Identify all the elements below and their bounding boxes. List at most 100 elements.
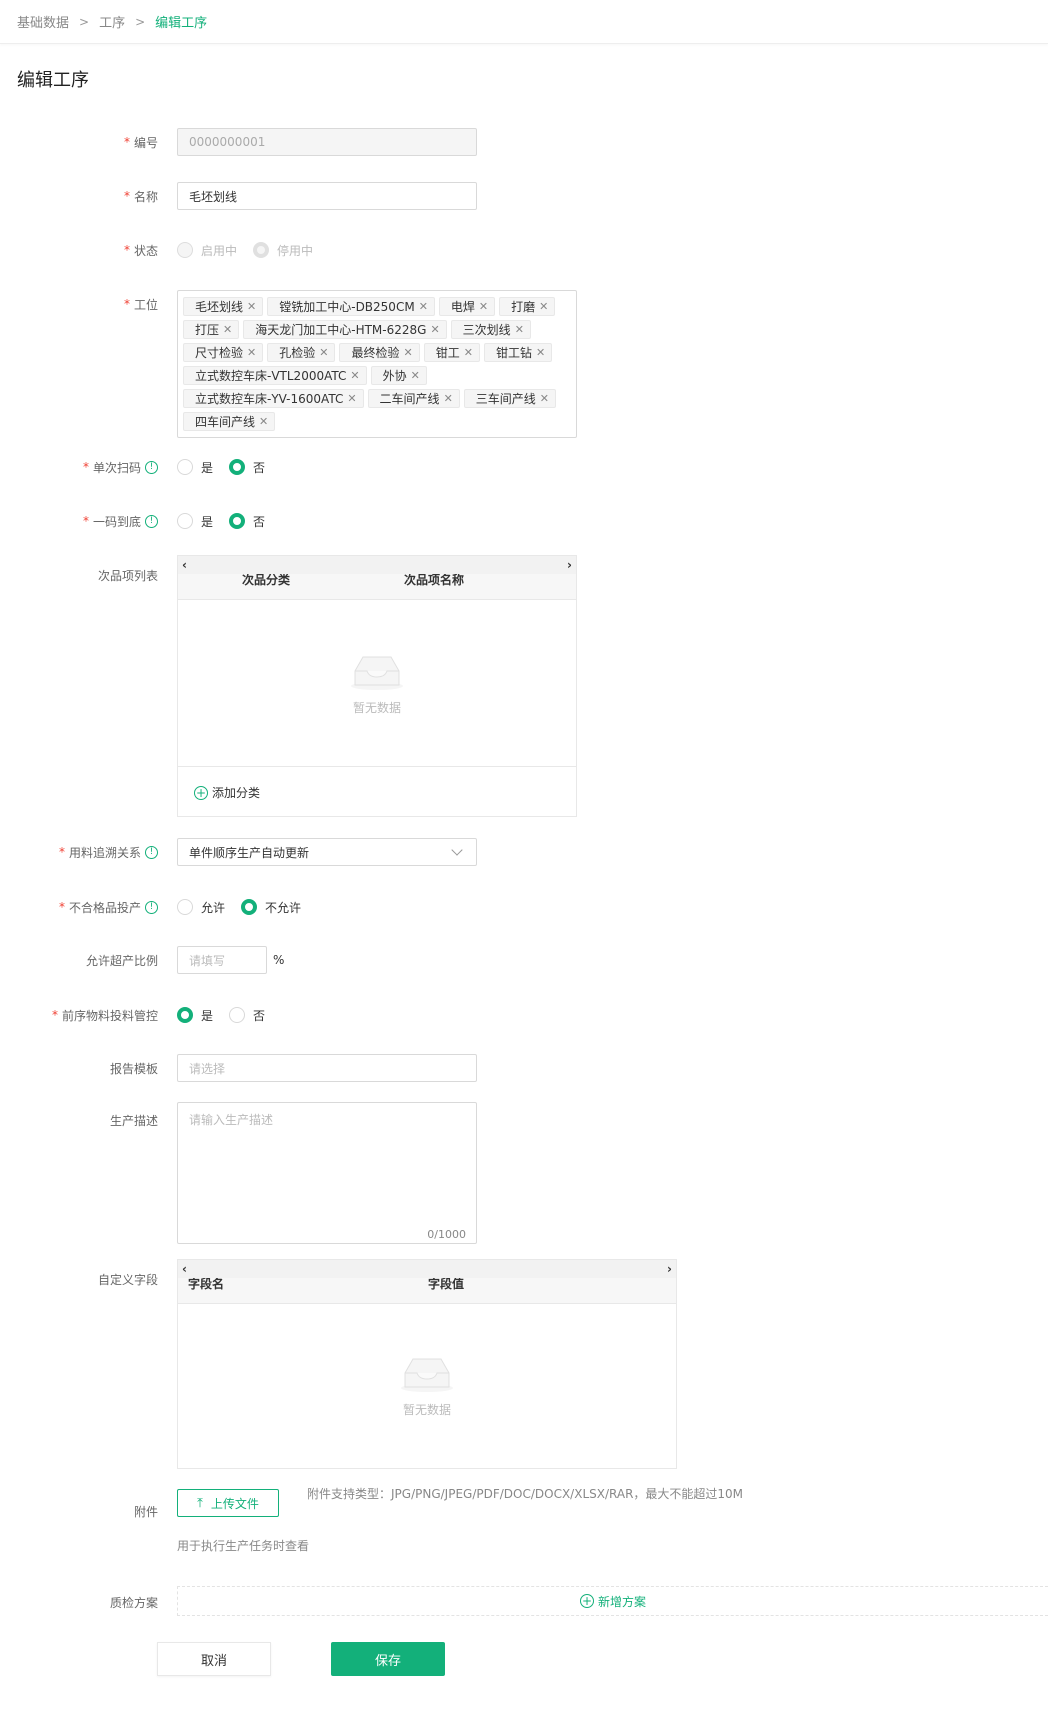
cancel-button[interactable]: 取消 xyxy=(157,1642,271,1676)
report-template-select[interactable]: 请选择 xyxy=(177,1054,477,1082)
breadcrumb-item-base[interactable]: 基础数据 xyxy=(17,12,69,31)
material-control-radio-group: 是 否 xyxy=(177,1005,281,1025)
field-label: 次品项列表 xyxy=(97,568,158,583)
close-icon[interactable]: ✕ xyxy=(411,369,420,382)
station-tag-label: 钳工 xyxy=(435,346,460,360)
info-icon[interactable]: ! xyxy=(145,845,158,859)
status-enabled-radio[interactable]: 启用中 xyxy=(177,242,237,259)
close-icon[interactable]: ✕ xyxy=(540,392,549,405)
station-tag: 三车间产线 ✕ xyxy=(463,389,557,408)
chevron-right-icon[interactable]: › xyxy=(567,558,572,572)
field-label: * 用料追溯关系! xyxy=(59,842,158,862)
close-icon[interactable]: ✕ xyxy=(515,323,524,336)
close-icon[interactable]: ✕ xyxy=(444,392,453,405)
upload-file-button[interactable]: ⤒ 上传文件 xyxy=(177,1489,279,1517)
station-tag: 三次划线 ✕ xyxy=(450,320,531,339)
empty-inbox-icon xyxy=(399,1353,455,1393)
close-icon[interactable]: ✕ xyxy=(350,369,359,382)
field-label: 附件 xyxy=(133,1504,158,1519)
empty-state: 暂无数据 xyxy=(178,1304,676,1466)
station-tag-label: 立式数控车床-YV-1600ATC xyxy=(195,392,344,406)
field-label: * 单次扫码! xyxy=(83,457,158,477)
close-icon[interactable]: ✕ xyxy=(403,346,412,359)
station-tag-label: 三车间产线 xyxy=(475,392,536,406)
info-icon[interactable]: ! xyxy=(145,900,158,914)
overproduce-wrapper: 请填写 % xyxy=(177,946,284,974)
close-icon[interactable]: ✕ xyxy=(223,323,232,336)
breadcrumb-separator: > xyxy=(135,14,146,29)
station-tag-label: 尺寸检验 xyxy=(195,346,244,360)
plus-circle-icon: + xyxy=(579,1594,594,1608)
add-qc-plan-button[interactable]: + 新增方案 xyxy=(177,1586,1048,1616)
info-icon[interactable]: ! xyxy=(145,460,158,474)
breadcrumb-item-process[interactable]: 工序 xyxy=(99,12,125,31)
one-code-yes-radio[interactable]: 是 xyxy=(177,513,213,530)
close-icon[interactable]: ✕ xyxy=(247,346,256,359)
field-label: 生产描述 xyxy=(109,1113,158,1128)
field-label: * 编号 xyxy=(123,135,158,150)
station-tag: 孔检验 ✕ xyxy=(267,343,336,362)
close-icon[interactable]: ✕ xyxy=(259,415,268,428)
one-code-no-radio[interactable]: 否 xyxy=(229,513,265,530)
close-icon[interactable]: ✕ xyxy=(536,346,545,359)
name-input[interactable]: 毛坯划线 xyxy=(177,182,477,210)
code-input[interactable]: 0000000001 xyxy=(177,128,477,156)
overproduce-input[interactable]: 请填写 xyxy=(177,946,267,974)
field-label: * 不合格品投产! xyxy=(59,897,158,917)
one-code-radio-group: 是 否 xyxy=(177,511,281,531)
close-icon[interactable]: ✕ xyxy=(247,300,256,313)
close-icon[interactable]: ✕ xyxy=(319,346,328,359)
add-category-button[interactable]: + 添加分类 xyxy=(178,766,576,818)
station-tag-label: 毛坯划线 xyxy=(195,300,244,314)
upload-icon: ⤒ xyxy=(197,1495,203,1511)
single-scan-yes-radio[interactable]: 是 xyxy=(177,459,213,476)
chevron-right-icon[interactable]: › xyxy=(667,1262,672,1276)
horizontal-scrollbar[interactable]: ‹ › xyxy=(178,1260,676,1278)
station-tag: 最终检验 ✕ xyxy=(339,343,420,362)
station-tag: 钳工 ✕ xyxy=(423,343,480,362)
material-control-no-radio[interactable]: 否 xyxy=(229,1007,265,1024)
close-icon[interactable]: ✕ xyxy=(479,300,488,313)
horizontal-scrollbar[interactable]: ‹ › xyxy=(178,556,576,574)
field-label: 质检方案 xyxy=(109,1595,158,1610)
description-textarea[interactable]: 请输入生产描述 0/1000 xyxy=(177,1102,477,1244)
station-tag: 打磨 ✕ xyxy=(499,297,556,316)
single-scan-no-radio[interactable]: 否 xyxy=(229,459,265,476)
field-description: 生产描述 请输入生产描述 0/1000 xyxy=(0,1102,1048,1244)
station-tag: 立式数控车床-VTL2000ATC ✕ xyxy=(183,366,367,385)
field-label: * 一码到底! xyxy=(83,511,158,531)
status-disabled-radio[interactable]: 停用中 xyxy=(253,242,313,259)
close-icon[interactable]: ✕ xyxy=(430,323,439,336)
close-icon[interactable]: ✕ xyxy=(539,300,548,313)
trace-select[interactable]: 单件顺序生产自动更新 xyxy=(177,838,477,866)
required-mark: * xyxy=(58,900,65,914)
save-button[interactable]: 保存 xyxy=(331,1642,445,1676)
station-tag: 四车间产线 ✕ xyxy=(183,412,276,431)
char-counter: 0/1000 xyxy=(427,1228,466,1241)
chevron-left-icon[interactable]: ‹ xyxy=(182,558,187,572)
breadcrumb-separator: > xyxy=(79,14,90,29)
close-icon[interactable]: ✕ xyxy=(419,300,428,313)
info-icon[interactable]: ! xyxy=(145,514,158,528)
required-mark: * xyxy=(123,135,130,149)
required-mark: * xyxy=(123,189,130,203)
field-label: * 状态 xyxy=(123,243,158,258)
chevron-down-icon xyxy=(451,844,463,856)
defect-table: ‹ › 次品分类 次品项名称 暂无数据 + 添加分类 xyxy=(177,555,577,817)
unqualified-allow-radio[interactable]: 允许 xyxy=(177,899,225,916)
station-tag-label: 外协 xyxy=(382,369,407,383)
close-icon[interactable]: ✕ xyxy=(347,392,356,405)
station-tag: 电焊 ✕ xyxy=(438,297,496,316)
required-mark: * xyxy=(82,460,89,474)
station-tag-label: 四车间产线 xyxy=(195,415,256,429)
close-icon[interactable]: ✕ xyxy=(464,346,473,359)
unqualified-deny-radio[interactable]: 不允许 xyxy=(241,899,301,916)
stations-multiselect[interactable]: 毛坯划线 ✕ 镗铣加工中心-DB250CM ✕ 电焊 ✕ 打磨 ✕ 打压 ✕ 海天龙门加工中心-HT… xyxy=(177,290,577,438)
station-tag-label: 电焊 xyxy=(450,300,475,314)
percent-unit: % xyxy=(273,953,285,967)
chevron-left-icon[interactable]: ‹ xyxy=(182,1262,187,1276)
material-control-yes-radio[interactable]: 是 xyxy=(177,1007,213,1024)
attachment-note: 用于执行生产任务时查看 xyxy=(177,1539,310,1553)
column-header: 次品项名称 xyxy=(404,574,465,587)
attachment-hint: 附件支持类型：JPG/PNG/JPEG/PDF/DOC/DOCX/XLSX/RA… xyxy=(307,1487,744,1501)
